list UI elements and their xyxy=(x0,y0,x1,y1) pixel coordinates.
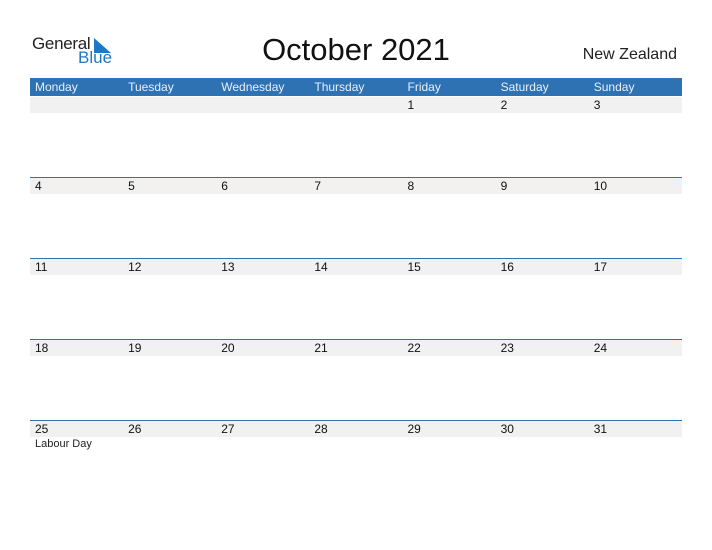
weekday-monday: Monday xyxy=(35,80,78,94)
day-number: 28 xyxy=(314,422,328,436)
day-number: 8 xyxy=(407,179,415,193)
day-number: 10 xyxy=(593,179,608,193)
day-number: 12 xyxy=(128,260,142,274)
date-strip: 18 19 20 21 22 23 24 xyxy=(30,340,682,356)
day-event xyxy=(403,437,496,451)
day-number: 6 xyxy=(221,179,228,193)
day-number: 26 xyxy=(128,422,142,436)
day-number: 15 xyxy=(407,260,421,274)
week-row: 25 26 27 28 29 30 31 Labour Day xyxy=(30,420,682,451)
day-event xyxy=(496,437,589,451)
day-number: 30 xyxy=(500,422,514,436)
day-number: 18 xyxy=(35,341,49,355)
country-label: New Zealand xyxy=(582,46,677,63)
day-event xyxy=(216,437,309,451)
day-number: 22 xyxy=(407,341,421,355)
day-number: 20 xyxy=(221,341,235,355)
day-number: 16 xyxy=(500,260,514,274)
day-number: 1 xyxy=(407,98,415,112)
week-row: 4 5 6 7 8 9 10 xyxy=(30,177,682,194)
day-number: 21 xyxy=(314,341,328,355)
date-strip: 11 12 13 14 15 16 17 xyxy=(30,259,682,275)
day-event xyxy=(589,437,682,451)
weekday-header: Monday Tuesday Wednesday Thursday Friday… xyxy=(30,78,682,96)
week-row: 18 19 20 21 22 23 24 xyxy=(30,339,682,356)
weekday-sunday: Sunday xyxy=(593,80,635,94)
day-event: Labour Day xyxy=(35,438,92,450)
day-number: 27 xyxy=(221,422,235,436)
day-number: 4 xyxy=(35,179,42,193)
weekday-thursday: Thursday xyxy=(314,80,365,94)
day-number: 2 xyxy=(500,98,508,112)
day-number: 7 xyxy=(314,179,322,193)
day-number: 13 xyxy=(221,260,235,274)
day-number: 11 xyxy=(35,260,48,274)
day-number: 23 xyxy=(500,341,514,355)
weekday-friday: Friday xyxy=(407,80,441,94)
day-number: 14 xyxy=(314,260,328,274)
date-strip: 4 5 6 7 8 9 10 xyxy=(30,178,682,194)
day-number xyxy=(30,97,123,113)
week-row: 11 12 13 14 15 16 17 xyxy=(30,258,682,275)
date-strip: 25 26 27 28 29 30 31 xyxy=(30,421,682,437)
day-event xyxy=(123,437,216,451)
day-number: 5 xyxy=(128,179,135,193)
day-number: 29 xyxy=(407,422,421,436)
date-strip: 1 2 3 xyxy=(30,97,682,113)
events-row: Labour Day xyxy=(30,437,682,451)
day-number xyxy=(309,97,402,113)
day-number: 9 xyxy=(500,179,508,193)
day-number xyxy=(123,97,216,113)
day-number: 3 xyxy=(593,98,601,112)
day-event xyxy=(309,437,402,451)
week-row: 1 2 3 xyxy=(30,97,682,113)
day-number xyxy=(216,97,309,113)
day-number: 25 xyxy=(35,422,49,436)
day-number: 19 xyxy=(128,341,142,355)
weekday-saturday: Saturday xyxy=(500,80,549,94)
day-number: 31 xyxy=(593,422,608,436)
day-number: 24 xyxy=(593,341,608,355)
weekday-wednesday: Wednesday xyxy=(221,80,285,94)
weekday-tuesday: Tuesday xyxy=(128,80,174,94)
day-number: 17 xyxy=(593,260,608,274)
